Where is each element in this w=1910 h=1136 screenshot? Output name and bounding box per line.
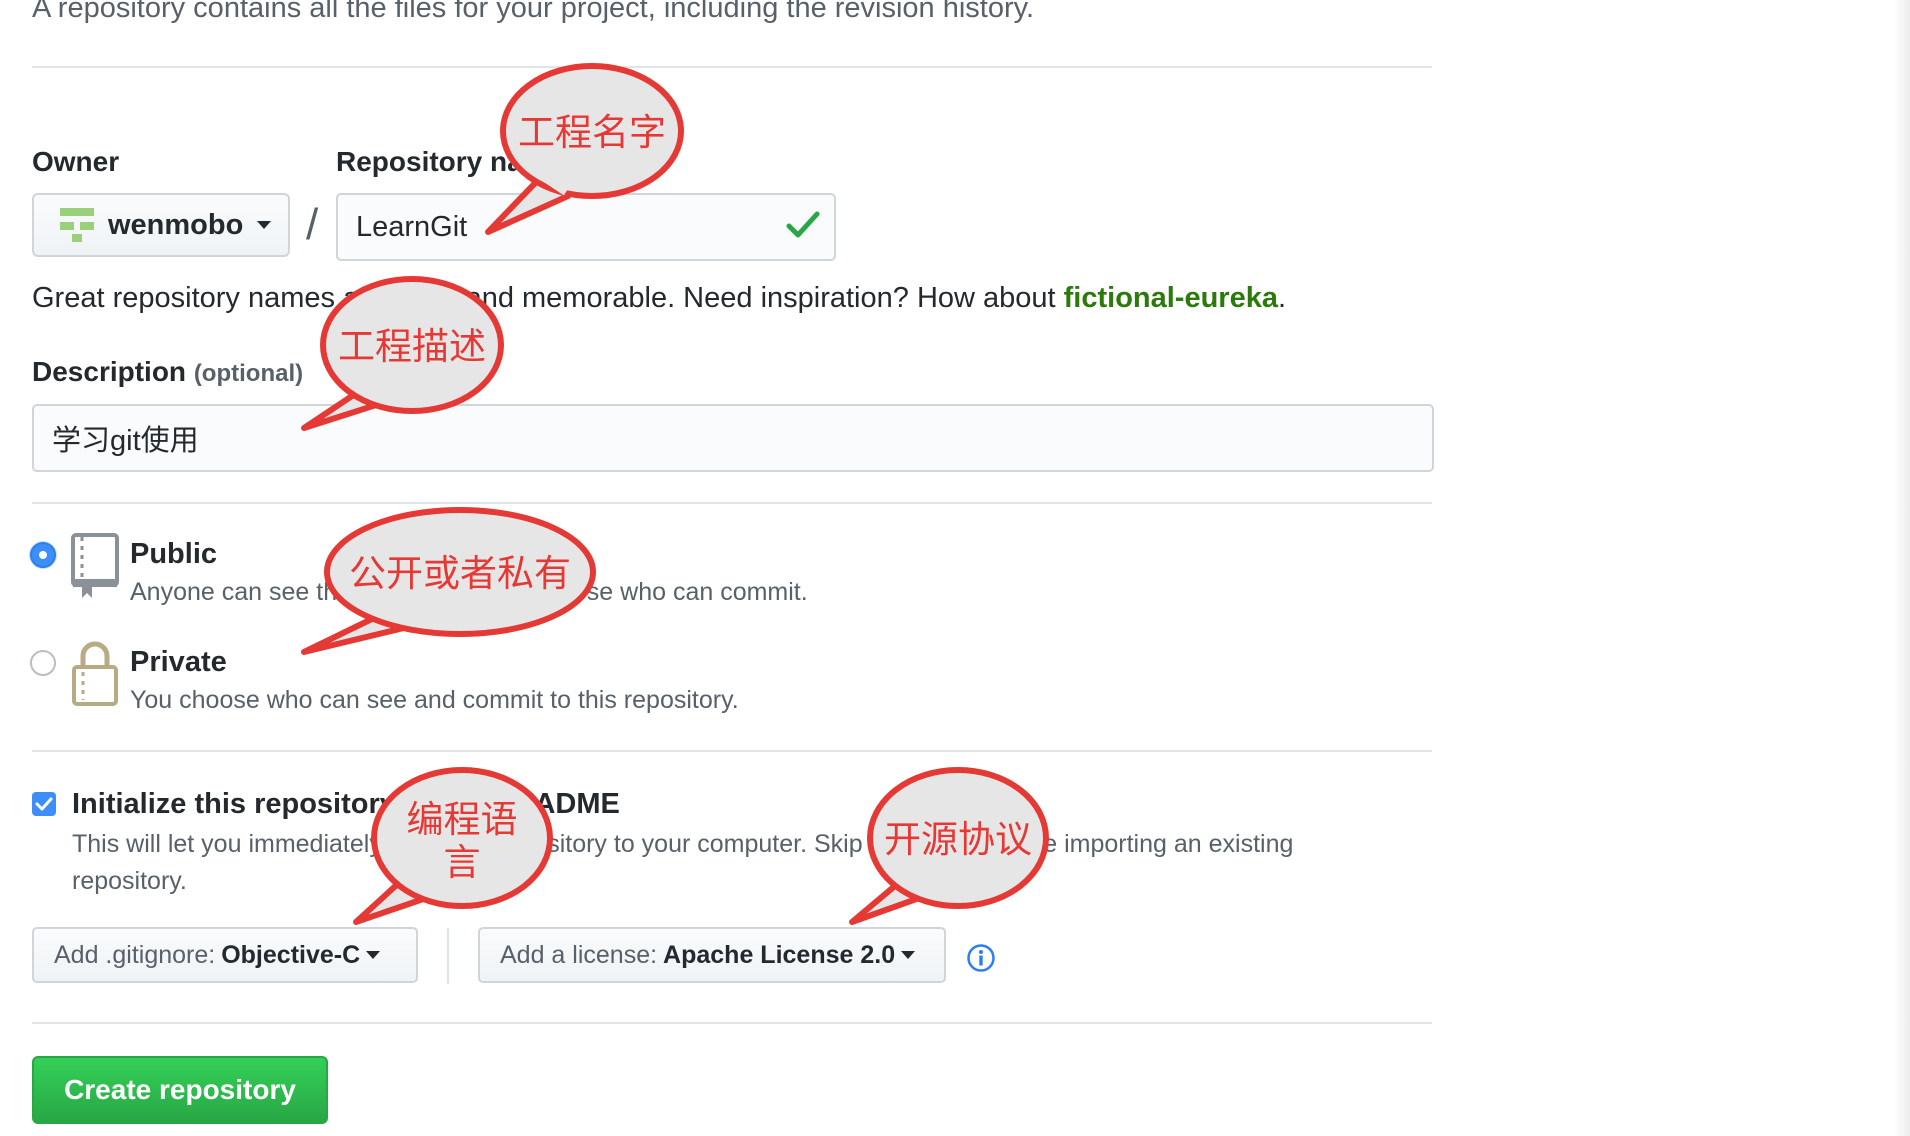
callout-repo-name-text: 工程名字	[518, 111, 666, 154]
callout-description: 工程描述	[301, 276, 504, 431]
callout-visibility-text: 公开或者私有	[349, 552, 571, 595]
callout-language-text-2: 言	[444, 841, 481, 884]
callout-visibility: 公开或者私有	[301, 507, 596, 655]
callout-license-text: 开源协议	[884, 818, 1032, 861]
callout-language-text-1: 编程语	[407, 798, 518, 841]
callout-repo-name: 工程名字	[485, 63, 684, 235]
annotation-layer: 工程名字 工程描述 公开或者私有 编程语 言 开源协议	[301, 63, 1049, 925]
callout-language: 编程语 言	[353, 767, 553, 925]
callout-description-text: 工程描述	[338, 325, 486, 368]
callout-license: 开源协议	[849, 767, 1049, 925]
